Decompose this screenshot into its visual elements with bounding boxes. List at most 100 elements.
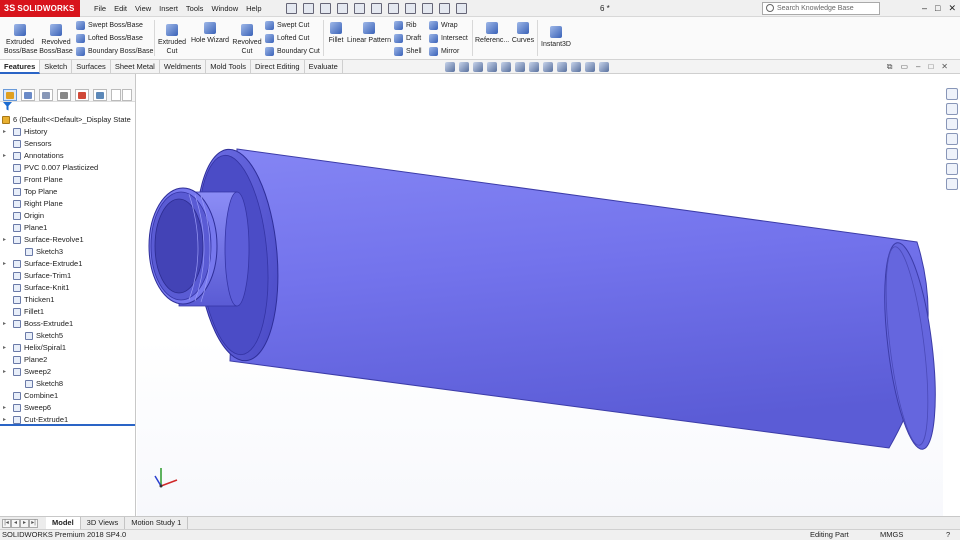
tab-scroll-left[interactable] — [111, 89, 121, 101]
graphics-area[interactable] — [137, 74, 943, 516]
tab-model[interactable]: Model — [46, 517, 81, 529]
appearances-icon[interactable] — [945, 148, 958, 160]
tree-item[interactable]: Top Plane — [0, 186, 135, 198]
select-icon[interactable] — [404, 2, 416, 14]
boundary-boss-button[interactable]: Boundary Boss/Base — [76, 47, 153, 56]
forum-icon[interactable] — [945, 178, 958, 190]
print-icon[interactable] — [370, 2, 382, 14]
displaymanager-tab[interactable] — [75, 89, 89, 101]
tree-item[interactable]: Surface-Trim1 — [0, 270, 135, 282]
rib-button[interactable]: Rib — [394, 21, 417, 30]
swept-cut-button[interactable]: Swept Cut — [265, 21, 309, 30]
menu-insert[interactable]: Insert — [155, 0, 182, 17]
revolved-cut-button[interactable]: Revolved Cut — [231, 24, 263, 56]
tab-scroll-right[interactable] — [122, 89, 132, 101]
first-tab-icon[interactable]: |◂ — [2, 518, 11, 528]
expand-arrow-icon[interactable]: ▸ — [3, 258, 6, 270]
expand-arrow-icon[interactable]: ▸ — [3, 342, 6, 354]
fillet-button[interactable]: Fillet — [326, 22, 346, 45]
expand-arrow-icon[interactable]: ▸ — [3, 402, 6, 414]
rebuild-icon[interactable] — [421, 2, 433, 14]
tree-item[interactable]: Sketch8 — [0, 378, 135, 390]
realview-icon[interactable] — [599, 62, 609, 72]
wrap-button[interactable]: Wrap — [429, 21, 458, 30]
expand-arrow-icon[interactable]: ▸ — [3, 150, 6, 162]
tree-item[interactable]: Right Plane — [0, 198, 135, 210]
tree-item[interactable]: Combine1 — [0, 390, 135, 402]
open-icon[interactable] — [336, 2, 348, 14]
solidworks-logo[interactable]: 3S SOLIDWORKS — [0, 0, 80, 17]
revolved-boss-button[interactable]: Revolved Boss/Base — [38, 24, 74, 56]
menu-window[interactable]: Window — [207, 0, 242, 17]
close-button[interactable]: ✕ — [948, 0, 956, 17]
tree-item[interactable]: ▸ Sweep6 — [0, 402, 135, 414]
menu-edit[interactable]: Edit — [110, 0, 131, 17]
hole-wizard-button[interactable]: Hole Wizard — [189, 22, 231, 45]
tab-evaluate[interactable]: Evaluate — [305, 60, 343, 74]
tab-direct-editing[interactable]: Direct Editing — [251, 60, 305, 74]
expand-arrow-icon[interactable]: ▸ — [3, 318, 6, 330]
file-properties-icon[interactable] — [438, 2, 450, 14]
curves-button[interactable]: Curves — [510, 22, 536, 45]
menu-view[interactable]: View — [131, 0, 155, 17]
tree-item[interactable]: Thicken1 — [0, 294, 135, 306]
viewport-maximize-icon[interactable]: □ — [928, 62, 933, 72]
menu-help[interactable]: Help — [242, 0, 265, 17]
zoom-to-fit-icon[interactable] — [445, 62, 455, 72]
extruded-cut-button[interactable]: Extruded Cut — [157, 24, 187, 56]
design-library-icon[interactable] — [945, 103, 958, 115]
search-input[interactable]: Search Knowledge Base — [762, 2, 880, 15]
tab-sheet-metal[interactable]: Sheet Metal — [111, 60, 160, 74]
tree-item[interactable]: PVC 0.007 Plasticized — [0, 162, 135, 174]
menu-file[interactable]: File — [90, 0, 110, 17]
tab-weldments[interactable]: Weldments — [160, 60, 207, 74]
tree-item[interactable]: Fillet1 — [0, 306, 135, 318]
section-view-icon[interactable] — [487, 62, 497, 72]
tree-item[interactable]: Sketch5 — [0, 330, 135, 342]
tree-item[interactable]: Surface-Knit1 — [0, 282, 135, 294]
last-tab-icon[interactable]: ▸| — [29, 518, 38, 528]
intersect-button[interactable]: Intersect — [429, 34, 468, 43]
boundary-cut-button[interactable]: Boundary Cut — [265, 47, 320, 56]
linear-pattern-button[interactable]: Linear Pattern — [347, 22, 391, 45]
viewport-restore-icon[interactable]: ⧉ — [887, 62, 893, 72]
minimize-button[interactable]: – — [922, 0, 927, 17]
mirror-button[interactable]: Mirror — [429, 47, 459, 56]
view-orientation-icon[interactable] — [515, 62, 525, 72]
tree-item[interactable]: Origin — [0, 210, 135, 222]
tree-item[interactable]: ▸ Sweep2 — [0, 366, 135, 378]
tree-filter[interactable] — [0, 102, 135, 114]
dynamic-annotation-icon[interactable] — [501, 62, 511, 72]
prev-tab-icon[interactable]: ◂ — [11, 518, 20, 528]
tab-mold-tools[interactable]: Mold Tools — [206, 60, 251, 74]
expand-arrow-icon[interactable]: ▸ — [3, 234, 6, 246]
tree-item[interactable]: Sensors — [0, 138, 135, 150]
solidworks-resources-icon[interactable] — [945, 88, 958, 100]
tab-sketch[interactable]: Sketch — [40, 60, 73, 74]
tree-item[interactable]: Plane1 — [0, 222, 135, 234]
tab-motion-study[interactable]: Motion Study 1 — [125, 517, 189, 529]
extruded-boss-button[interactable]: Extruded Boss/Base — [4, 24, 37, 56]
tree-item[interactable]: ▸ Cut-Extrude1 — [0, 414, 135, 426]
tab-surfaces[interactable]: Surfaces — [72, 60, 111, 74]
dimxpert-tab[interactable] — [57, 89, 71, 101]
lofted-boss-button[interactable]: Lofted Boss/Base — [76, 34, 143, 43]
undo-icon[interactable] — [387, 2, 399, 14]
display-style-icon[interactable] — [529, 62, 539, 72]
tree-item[interactable]: Front Plane — [0, 174, 135, 186]
expand-arrow-icon[interactable]: ▸ — [3, 126, 6, 138]
tab-features[interactable]: Features — [0, 60, 41, 74]
rollback-bar[interactable] — [0, 424, 135, 426]
menu-tools[interactable]: Tools — [182, 0, 208, 17]
tree-item[interactable]: ▸ Annotations — [0, 150, 135, 162]
home-icon[interactable] — [302, 2, 314, 14]
zoom-to-area-icon[interactable] — [459, 62, 469, 72]
draft-button[interactable]: Draft — [394, 34, 421, 43]
new-document-icon[interactable] — [319, 2, 331, 14]
featuremanager-tab[interactable] — [3, 89, 17, 101]
pin-icon[interactable] — [285, 2, 297, 14]
tree-root[interactable]: 6 (Default<<Default>_Display State — [0, 114, 135, 126]
reference-geometry-button[interactable]: Referenc... — [475, 22, 509, 45]
tree-item[interactable]: ▸ History — [0, 126, 135, 138]
tree-item[interactable]: ▸ Boss-Extrude1 — [0, 318, 135, 330]
